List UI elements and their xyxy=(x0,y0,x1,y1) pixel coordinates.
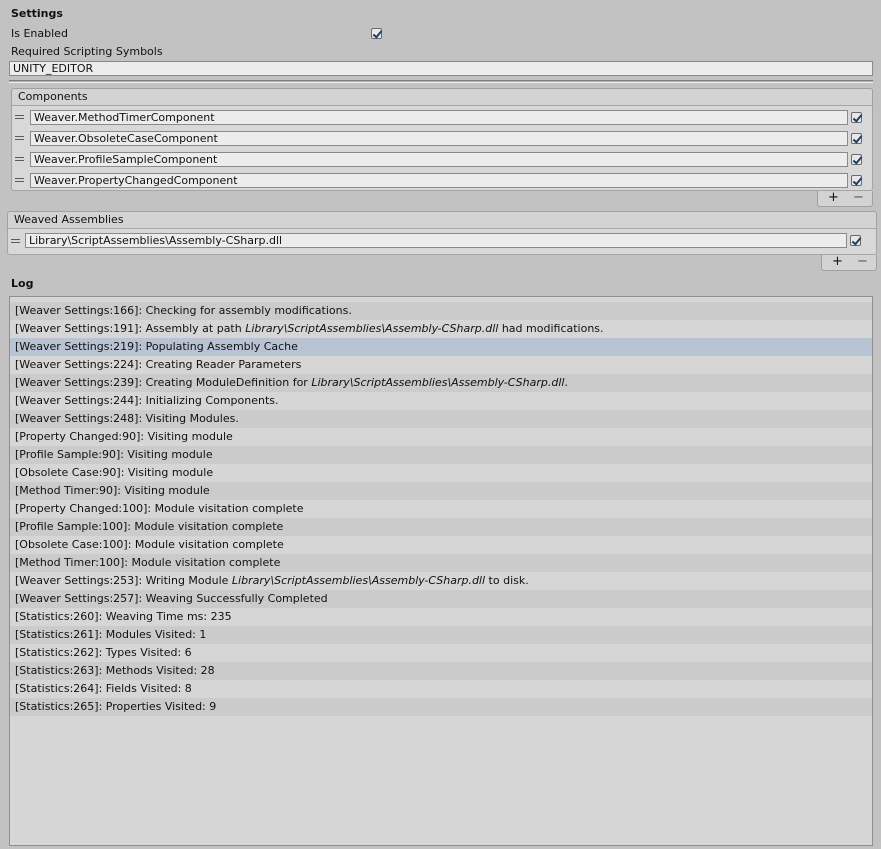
required-symbols-input[interactable]: UNITY_EDITOR xyxy=(9,61,873,76)
log-entry-text: [Statistics:260]: Weaving Time ms: 235 xyxy=(15,610,232,623)
log-entry-suffix: to disk. xyxy=(485,574,529,587)
weaved-assemblies-remove-button[interactable]: − xyxy=(857,255,868,269)
log-entry-text: [Property Changed:90]: Visiting module xyxy=(15,430,233,443)
log-entry-text: [Weaver Settings:166]: Checking for asse… xyxy=(15,304,352,317)
components-title: Components xyxy=(18,90,88,103)
log-heading: Log xyxy=(11,277,34,290)
log-entry-suffix: had modifications. xyxy=(498,322,604,335)
log-entry-text: [Profile Sample:100]: Module visitation … xyxy=(15,520,284,533)
drag-handle-icon[interactable] xyxy=(11,239,20,243)
weaved-assemblies-footer: + − xyxy=(821,255,877,271)
components-remove-button[interactable]: − xyxy=(853,191,864,205)
component-name-field[interactable]: Weaver.MethodTimerComponent xyxy=(30,110,848,125)
component-enabled-checkbox[interactable] xyxy=(851,112,862,123)
log-entry-text: [Weaver Settings:248]: Visiting Modules. xyxy=(15,412,239,425)
log-entry-path: Library\ScriptAssemblies\Assembly-CSharp… xyxy=(231,574,486,587)
component-name-field[interactable]: Weaver.ProfileSampleComponent xyxy=(30,152,848,167)
component-name-field[interactable]: Weaver.ObsoleteCaseComponent xyxy=(30,131,848,146)
log-entry[interactable]: [Weaver Settings:219]: Populating Assemb… xyxy=(10,338,872,356)
drag-handle-icon[interactable] xyxy=(15,157,24,161)
required-symbols-label: Required Scripting Symbols xyxy=(11,45,163,58)
log-entry[interactable]: [Statistics:263]: Methods Visited: 28 xyxy=(10,662,872,680)
log-entry[interactable]: [Statistics:262]: Types Visited: 6 xyxy=(10,644,872,662)
components-list: Weaver.MethodTimerComponent Weaver.Obsol… xyxy=(11,105,873,191)
log-entry[interactable]: [Property Changed:100]: Module visitatio… xyxy=(10,500,872,518)
components-header: Components xyxy=(11,88,873,106)
weaved-assemblies-add-button[interactable]: + xyxy=(832,255,843,269)
log-entry[interactable]: [Profile Sample:100]: Module visitation … xyxy=(10,518,872,536)
log-entry[interactable]: [Weaver Settings:239]: Creating ModuleDe… xyxy=(10,374,872,392)
log-entry[interactable]: [Statistics:264]: Fields Visited: 8 xyxy=(10,680,872,698)
component-enabled-checkbox[interactable] xyxy=(851,133,862,144)
log-entry-text: [Statistics:264]: Fields Visited: 8 xyxy=(15,682,192,695)
log-entry-text: [Profile Sample:90]: Visiting module xyxy=(15,448,213,461)
is-enabled-checkbox[interactable] xyxy=(371,28,382,39)
assembly-path-field[interactable]: Library\ScriptAssemblies\Assembly-CSharp… xyxy=(25,233,847,248)
log-entry[interactable]: [Method Timer:100]: Module visitation co… xyxy=(10,554,872,572)
log-entry[interactable]: [Property Changed:90]: Visiting module xyxy=(10,428,872,446)
log-panel[interactable]: [Weaver Settings:166]: Checking for asse… xyxy=(9,296,873,846)
log-entry[interactable]: [Weaver Settings:257]: Weaving Successfu… xyxy=(10,590,872,608)
section-separator xyxy=(9,80,873,83)
log-entry[interactable]: [Weaver Settings:248]: Visiting Modules. xyxy=(10,410,872,428)
log-entry[interactable]: [Statistics:261]: Modules Visited: 1 xyxy=(10,626,872,644)
components-footer: + − xyxy=(817,191,873,207)
log-entry-suffix: . xyxy=(564,376,568,389)
log-entry-text: [Weaver Settings:191]: Assembly at path xyxy=(15,322,246,335)
log-entry[interactable]: [Weaver Settings:224]: Creating Reader P… xyxy=(10,356,872,374)
log-entry-text: [Obsolete Case:90]: Visiting module xyxy=(15,466,214,479)
log-entry-text: [Obsolete Case:100]: Module visitation c… xyxy=(15,538,284,551)
log-entry-text: [Statistics:265]: Properties Visited: 9 xyxy=(15,700,217,713)
weaved-assemblies-list: Library\ScriptAssemblies\Assembly-CSharp… xyxy=(7,228,877,255)
drag-handle-icon[interactable] xyxy=(15,115,24,119)
log-entry[interactable]: [Weaver Settings:253]: Writing Module Li… xyxy=(10,572,872,590)
drag-handle-icon[interactable] xyxy=(15,136,24,140)
log-entry[interactable]: [Obsolete Case:100]: Module visitation c… xyxy=(10,536,872,554)
log-entry[interactable]: [Obsolete Case:90]: Visiting module xyxy=(10,464,872,482)
components-add-button[interactable]: + xyxy=(828,191,839,205)
log-entry-text: [Method Timer:100]: Module visitation co… xyxy=(15,556,281,569)
component-enabled-checkbox[interactable] xyxy=(851,154,862,165)
log-entry-text: [Weaver Settings:224]: Creating Reader P… xyxy=(15,358,302,371)
is-enabled-label: Is Enabled xyxy=(11,27,68,40)
assembly-enabled-checkbox[interactable] xyxy=(850,235,861,246)
log-entry-text: [Statistics:262]: Types Visited: 6 xyxy=(15,646,192,659)
log-entry-text: [Weaver Settings:244]: Initializing Comp… xyxy=(15,394,279,407)
log-list: [Weaver Settings:166]: Checking for asse… xyxy=(10,302,872,716)
log-entry-text: [Weaver Settings:239]: Creating ModuleDe… xyxy=(15,376,312,389)
weaved-assemblies-title: Weaved Assemblies xyxy=(14,213,124,226)
log-entry-path: Library\ScriptAssemblies\Assembly-CSharp… xyxy=(311,376,565,389)
log-entry-text: [Property Changed:100]: Module visitatio… xyxy=(15,502,304,515)
log-entry[interactable]: [Method Timer:90]: Visiting module xyxy=(10,482,872,500)
log-entry-text: [Method Timer:90]: Visiting module xyxy=(15,484,210,497)
log-entry-text: [Weaver Settings:219]: Populating Assemb… xyxy=(15,340,298,353)
log-entry[interactable]: [Statistics:260]: Weaving Time ms: 235 xyxy=(10,608,872,626)
component-enabled-checkbox[interactable] xyxy=(851,175,862,186)
log-entry[interactable]: [Weaver Settings:191]: Assembly at path … xyxy=(10,320,872,338)
log-entry-text: [Statistics:263]: Methods Visited: 28 xyxy=(15,664,215,677)
component-name-field[interactable]: Weaver.PropertyChangedComponent xyxy=(30,173,848,188)
log-entry-text: [Weaver Settings:253]: Writing Module xyxy=(15,574,232,587)
log-entry[interactable]: [Statistics:265]: Properties Visited: 9 xyxy=(10,698,872,716)
log-entry-path: Library\ScriptAssemblies\Assembly-CSharp… xyxy=(245,322,499,335)
log-entry[interactable]: [Weaver Settings:244]: Initializing Comp… xyxy=(10,392,872,410)
log-entry-text: [Weaver Settings:257]: Weaving Successfu… xyxy=(15,592,328,605)
settings-heading: Settings xyxy=(11,7,63,20)
log-entry-text: [Statistics:261]: Modules Visited: 1 xyxy=(15,628,207,641)
weaved-assemblies-header: Weaved Assemblies xyxy=(7,211,877,229)
log-entry[interactable]: [Weaver Settings:166]: Checking for asse… xyxy=(10,302,872,320)
log-entry[interactable]: [Profile Sample:90]: Visiting module xyxy=(10,446,872,464)
drag-handle-icon[interactable] xyxy=(15,178,24,182)
